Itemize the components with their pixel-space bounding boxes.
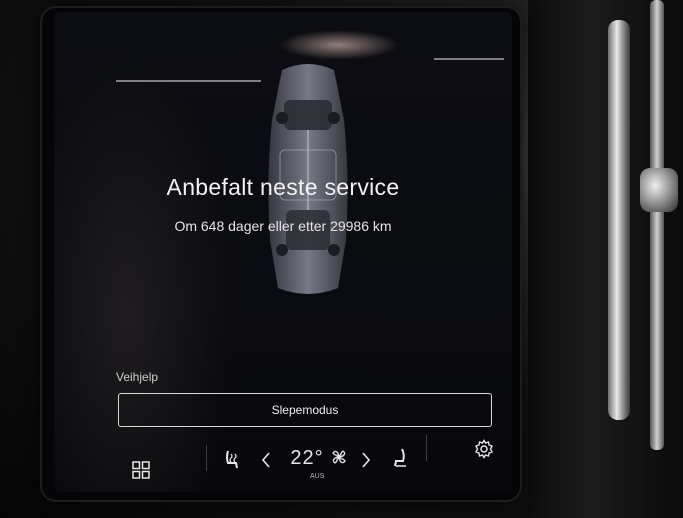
divider <box>426 435 427 461</box>
divider <box>206 445 207 471</box>
seat-right-button[interactable] <box>390 445 412 471</box>
temp-up-button[interactable] <box>358 447 374 473</box>
tow-mode-button[interactable]: Slepemodus <box>118 393 492 427</box>
seat-heat-icon <box>226 450 238 469</box>
grid-icon <box>132 461 150 479</box>
seat-icon <box>394 448 406 467</box>
fan-icon <box>332 450 346 464</box>
chrome-trim-right <box>650 0 664 450</box>
chrome-trim <box>608 20 630 420</box>
climate-bar: 22° AUS <box>54 427 512 487</box>
seat-heat-left-button[interactable] <box>220 447 244 473</box>
fan-button[interactable] <box>328 445 350 469</box>
roadside-label: Veihjelp <box>116 370 159 384</box>
chrome-knob <box>640 168 678 212</box>
auto-label: AUS <box>310 473 325 480</box>
light-reflection-left <box>116 80 261 82</box>
temp-down-button[interactable] <box>258 447 274 473</box>
center-display: Anbefalt neste service Om 648 dager elle… <box>54 12 512 492</box>
home-button[interactable] <box>130 459 152 481</box>
light-glare <box>279 30 399 60</box>
gear-icon <box>475 439 493 459</box>
service-title: Anbefalt neste service <box>166 174 400 200</box>
tow-mode-label: Slepemodus <box>271 403 339 417</box>
chevron-left-icon <box>261 452 270 468</box>
chevron-right-icon <box>362 452 371 468</box>
settings-button[interactable] <box>472 437 496 461</box>
temperature-display[interactable]: 22° <box>286 443 328 473</box>
light-reflection-right <box>434 58 504 60</box>
service-subtitle: Om 648 dager eller etter 29986 km <box>174 218 392 234</box>
